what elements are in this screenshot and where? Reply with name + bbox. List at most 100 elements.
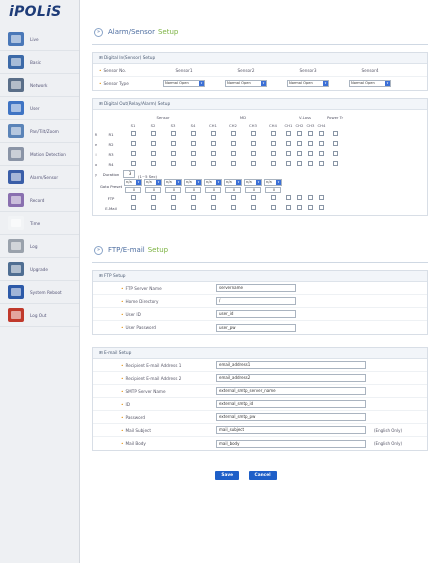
relay-checkbox[interactable] xyxy=(150,205,156,210)
sidebar-item-log-out[interactable]: Log Out xyxy=(0,304,79,327)
ftp-field-input[interactable]: / xyxy=(216,297,296,305)
relay-checkbox[interactable] xyxy=(286,205,291,210)
goto-preset-select[interactable]: n/a ▾ xyxy=(224,179,242,186)
relay-checkbox[interactable] xyxy=(286,131,291,136)
ftp-field-input[interactable]: user_id xyxy=(216,310,296,318)
goto-preset-select[interactable]: n/a ▾ xyxy=(124,179,142,186)
preset-number-input[interactable]: 0 xyxy=(125,187,141,193)
relay-checkbox[interactable] xyxy=(319,151,324,156)
relay-checkbox[interactable] xyxy=(170,131,176,136)
relay-checkbox[interactable] xyxy=(210,131,216,136)
sensor-type-select[interactable]: Normal Open ▾ xyxy=(349,80,391,87)
relay-checkbox[interactable] xyxy=(270,205,276,210)
relay-checkbox[interactable] xyxy=(319,205,324,210)
relay-checkbox[interactable] xyxy=(190,161,196,166)
relay-checkbox[interactable] xyxy=(270,195,276,200)
relay-checkbox[interactable] xyxy=(190,205,196,210)
sensor-type-select[interactable]: Normal Open ▾ xyxy=(287,80,329,87)
relay-checkbox[interactable] xyxy=(286,141,291,146)
preset-number-input[interactable]: 0 xyxy=(265,187,281,193)
relay-checkbox[interactable] xyxy=(308,131,313,136)
relay-checkbox[interactable] xyxy=(319,131,324,136)
ftp-field-input[interactable]: user_pw xyxy=(216,323,296,332)
sidebar-item-log[interactable]: Log xyxy=(0,235,79,258)
relay-checkbox[interactable] xyxy=(210,161,216,166)
email-field-input[interactable]: mail_subject xyxy=(216,426,366,434)
relay-checkbox[interactable] xyxy=(130,195,136,200)
sidebar-item-record[interactable]: Record xyxy=(0,189,79,212)
relay-checkbox[interactable] xyxy=(286,151,291,156)
relay-checkbox[interactable] xyxy=(308,161,313,166)
goto-preset-select[interactable]: n/a ▾ xyxy=(204,179,222,186)
relay-checkbox[interactable] xyxy=(230,141,236,146)
sidebar-item-basic[interactable]: Basic xyxy=(0,51,79,74)
relay-checkbox[interactable] xyxy=(250,195,256,200)
relay-checkbox[interactable] xyxy=(190,141,196,146)
sidebar-item-network[interactable]: Network xyxy=(0,74,79,97)
relay-checkbox[interactable] xyxy=(170,151,176,156)
relay-checkbox[interactable] xyxy=(230,205,236,210)
sidebar-item-upgrade[interactable]: Upgrade xyxy=(0,258,79,281)
relay-checkbox[interactable] xyxy=(170,161,176,166)
relay-checkbox[interactable] xyxy=(210,151,216,156)
relay-checkbox[interactable] xyxy=(270,161,276,166)
goto-preset-select[interactable]: n/a ▾ xyxy=(264,179,282,186)
relay-checkbox[interactable] xyxy=(286,161,291,166)
sidebar-item-alarm-sensor[interactable]: Alarm/Sensor xyxy=(0,166,79,189)
relay-checkbox[interactable] xyxy=(250,131,256,136)
relay-checkbox[interactable] xyxy=(130,141,136,146)
preset-number-input[interactable]: 0 xyxy=(185,187,201,193)
relay-checkbox[interactable] xyxy=(210,205,216,210)
sensor-type-select[interactable]: Normal Open ▾ xyxy=(225,80,267,87)
relay-checkbox[interactable] xyxy=(230,151,236,156)
relay-checkbox[interactable] xyxy=(250,205,256,210)
relay-checkbox[interactable] xyxy=(332,131,338,136)
relay-checkbox[interactable] xyxy=(297,151,302,156)
relay-checkbox[interactable] xyxy=(230,161,236,166)
email-field-input[interactable]: email_address1 xyxy=(216,361,366,369)
preset-number-input[interactable]: 0 xyxy=(225,187,241,193)
relay-checkbox[interactable] xyxy=(250,151,256,156)
goto-preset-select[interactable]: n/a ▾ xyxy=(164,179,182,186)
relay-checkbox[interactable] xyxy=(170,141,176,146)
relay-checkbox[interactable] xyxy=(319,161,324,166)
relay-checkbox[interactable] xyxy=(130,205,136,210)
relay-checkbox[interactable] xyxy=(150,151,156,156)
relay-checkbox[interactable] xyxy=(190,151,196,156)
sensor-type-select[interactable]: Normal Open ▾ xyxy=(163,80,205,87)
relay-checkbox[interactable] xyxy=(297,131,302,136)
relay-checkbox[interactable] xyxy=(150,161,156,166)
relay-checkbox[interactable] xyxy=(170,195,176,200)
sidebar-item-system-reboot[interactable]: System Reboot xyxy=(0,281,79,304)
sidebar-item-pan-tilt-zoom[interactable]: Pan/Tilt/Zoom xyxy=(0,120,79,143)
sidebar-item-live[interactable]: Live xyxy=(0,28,79,51)
relay-checkbox[interactable] xyxy=(230,131,236,136)
relay-checkbox[interactable] xyxy=(297,141,302,146)
preset-number-input[interactable]: 0 xyxy=(205,187,221,193)
relay-checkbox[interactable] xyxy=(332,151,338,156)
relay-checkbox[interactable] xyxy=(297,161,302,166)
goto-preset-select[interactable]: n/a ▾ xyxy=(184,179,202,186)
cancel-button[interactable]: Cancel xyxy=(248,471,277,480)
relay-checkbox[interactable] xyxy=(297,195,302,200)
preset-number-input[interactable]: 0 xyxy=(245,187,261,193)
email-field-input[interactable]: external_smtp_id xyxy=(216,400,366,408)
relay-checkbox[interactable] xyxy=(270,151,276,156)
preset-number-input[interactable]: 0 xyxy=(165,187,181,193)
relay-checkbox[interactable] xyxy=(270,131,276,136)
relay-checkbox[interactable] xyxy=(270,141,276,146)
goto-preset-select[interactable]: n/a ▾ xyxy=(244,179,262,186)
relay-checkbox[interactable] xyxy=(308,205,313,210)
relay-checkbox[interactable] xyxy=(308,151,313,156)
email-field-input[interactable]: external_smtp_server_name xyxy=(216,387,366,395)
relay-checkbox[interactable] xyxy=(250,141,256,146)
relay-checkbox[interactable] xyxy=(210,195,216,200)
email-field-input[interactable]: external_smtp_pw xyxy=(216,413,366,421)
relay-checkbox[interactable] xyxy=(230,195,236,200)
relay-checkbox[interactable] xyxy=(170,205,176,210)
relay-checkbox[interactable] xyxy=(130,131,136,136)
relay-checkbox[interactable] xyxy=(150,195,156,200)
goto-preset-select[interactable]: n/a ▾ xyxy=(144,179,162,186)
relay-checkbox[interactable] xyxy=(130,151,136,156)
relay-checkbox[interactable] xyxy=(190,131,196,136)
